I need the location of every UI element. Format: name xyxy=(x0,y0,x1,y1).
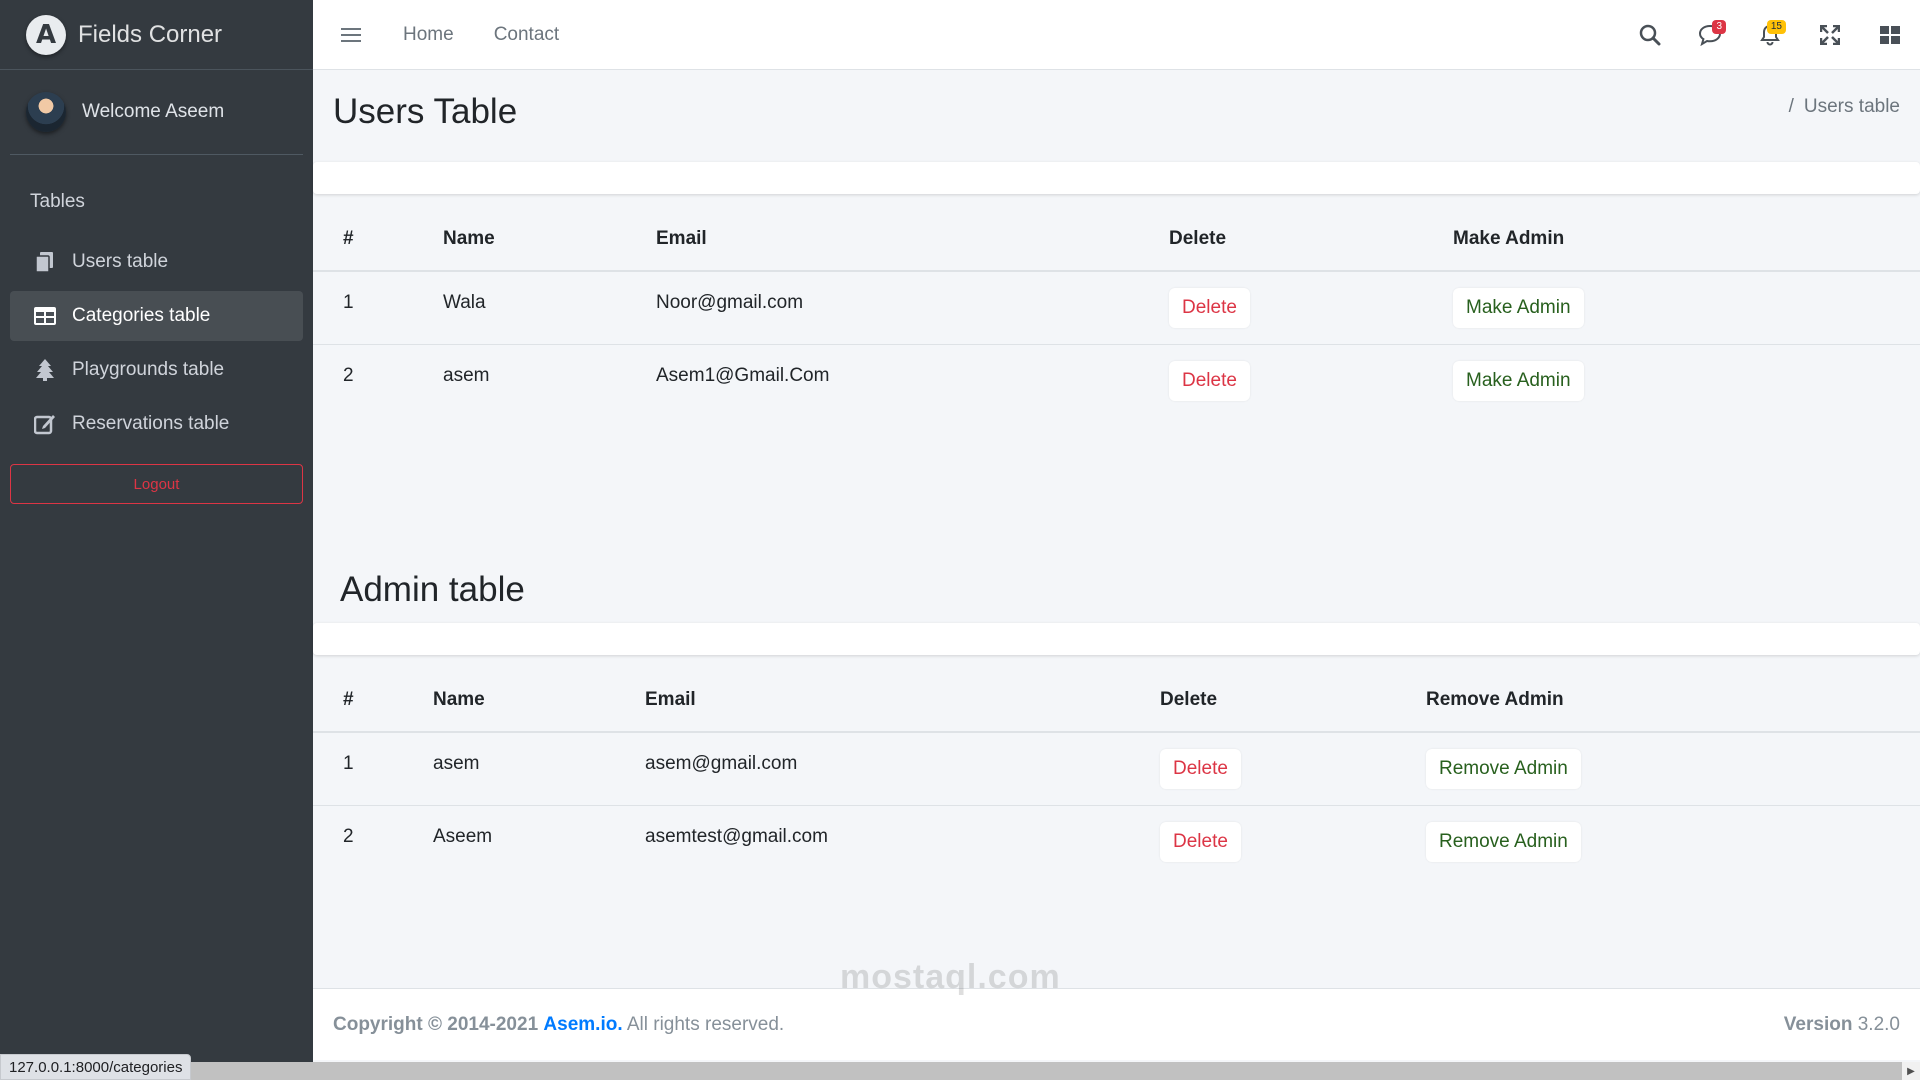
sidebar: A Fields Corner Welcome Aseem Tables Use… xyxy=(0,0,313,1080)
breadcrumb-current: Users table xyxy=(1803,96,1900,117)
col-header-email: Email xyxy=(656,198,1169,272)
footer-link[interactable]: Asem.io. xyxy=(543,1014,622,1035)
scroll-right-arrow-icon[interactable]: ▶ xyxy=(1902,1062,1920,1080)
breadcrumb: / Users table xyxy=(1789,96,1900,118)
cell-number: 1 xyxy=(313,271,443,345)
remove-admin-button[interactable]: Remove Admin xyxy=(1426,821,1581,862)
hamburger-menu-icon[interactable] xyxy=(341,24,361,46)
cell-name: Aseem xyxy=(433,825,493,847)
cell-email: asemtest@gmail.com xyxy=(645,825,828,847)
table-row: 2 asem Asem1@Gmail.Com Delete Make Admin xyxy=(313,344,1920,417)
admin-section-title: Admin table xyxy=(340,570,525,609)
sidebar-item-categories-table[interactable]: Categories table xyxy=(10,291,303,341)
delete-button[interactable]: Delete xyxy=(1169,360,1250,401)
brand-logo-icon: A xyxy=(26,14,66,55)
search-icon[interactable] xyxy=(1620,0,1680,70)
col-header-name: Name xyxy=(443,198,656,272)
sidebar-item-label: Playgrounds table xyxy=(72,359,225,380)
col-header-delete: Delete xyxy=(1169,198,1453,272)
cell-number: 1 xyxy=(313,732,433,806)
make-admin-button[interactable]: Make Admin xyxy=(1453,360,1584,401)
copyright: Copyright © 2014-2021 Asem.io. All right… xyxy=(333,1014,784,1036)
sidebar-item-playgrounds-table[interactable]: Playgrounds table xyxy=(10,345,303,395)
cell-number: 2 xyxy=(343,825,354,847)
horizontal-scrollbar[interactable] xyxy=(180,1062,1920,1080)
cell-email: Noor@gmail.com xyxy=(656,271,1169,345)
users-card-header xyxy=(313,162,1920,194)
version: Version 3.2.0 xyxy=(1784,1014,1900,1036)
breadcrumb-separator: / xyxy=(1788,96,1794,117)
admin-table: # Name Email Delete Remove Admin 1 asem … xyxy=(313,659,1920,878)
col-header-name: Name xyxy=(433,659,645,733)
notifications-bell-icon[interactable]: 15 xyxy=(1740,0,1800,70)
rights-text: All rights reserved. xyxy=(626,1013,785,1035)
nav-header-tables: Tables xyxy=(30,191,85,212)
copyright-prefix: Copyright © 2014-2021 xyxy=(333,1013,539,1035)
remove-admin-button[interactable]: Remove Admin xyxy=(1426,749,1581,789)
table-icon xyxy=(34,305,56,327)
logout-button[interactable]: Logout xyxy=(10,464,303,504)
sidebar-item-label: Reservations table xyxy=(72,413,230,434)
table-row: 1 Wala Noor@gmail.com Delete Make Admin xyxy=(313,271,1920,345)
delete-button[interactable]: Delete xyxy=(1160,749,1241,789)
col-header-remove-admin: Remove Admin xyxy=(1426,659,1920,733)
sidebar-item-reservations-table[interactable]: Reservations table xyxy=(10,399,303,449)
page-title: Users Table xyxy=(333,92,518,131)
col-header-number: # xyxy=(313,198,443,272)
cell-name: asem xyxy=(443,364,490,386)
watermark: mostaql.com xyxy=(840,958,1061,996)
sidebar-item-users-table[interactable]: Users table xyxy=(10,237,303,287)
footer: Copyright © 2014-2021 Asem.io. All right… xyxy=(313,988,1920,1060)
status-bar-url: 127.0.0.1:8000/categories xyxy=(0,1054,192,1080)
nav-link-contact[interactable]: Contact xyxy=(494,24,559,46)
cell-number: 2 xyxy=(343,364,354,386)
notifications-badge: 15 xyxy=(1766,20,1786,34)
copy-icon xyxy=(34,251,56,273)
sidebar-item-label: Categories table xyxy=(72,305,211,326)
delete-button[interactable]: Delete xyxy=(1169,288,1250,328)
brand-name: Fields Corner xyxy=(78,20,223,48)
messages-icon[interactable]: 3 xyxy=(1680,0,1740,70)
table-header-row: # Name Email Delete Make Admin xyxy=(313,198,1920,272)
make-admin-button[interactable]: Make Admin xyxy=(1453,288,1584,328)
brand-link[interactable]: A Fields Corner xyxy=(0,0,313,70)
nav-link-home[interactable]: Home xyxy=(403,24,454,46)
cell-email: Asem1@Gmail.Com xyxy=(656,364,830,386)
fullscreen-expand-icon[interactable] xyxy=(1800,0,1860,70)
users-table: # Name Email Delete Make Admin 1 Wala No… xyxy=(313,198,1920,417)
col-header-number: # xyxy=(313,659,433,733)
sidebar-item-label: Users table xyxy=(72,251,169,272)
user-welcome[interactable]: Welcome Aseem xyxy=(82,101,224,123)
cell-name: asem xyxy=(433,732,645,806)
messages-badge: 3 xyxy=(1712,20,1726,34)
table-row: 1 asem asem@gmail.com Delete Remove Admi… xyxy=(313,732,1920,806)
version-number: 3.2.0 xyxy=(1857,1013,1900,1035)
avatar[interactable] xyxy=(26,92,66,132)
edit-icon xyxy=(34,413,56,435)
col-header-make-admin: Make Admin xyxy=(1453,198,1920,272)
top-navbar: Home Contact 3 15 xyxy=(313,0,1920,70)
cell-name: Wala xyxy=(443,271,656,345)
user-panel: Welcome Aseem xyxy=(10,70,303,155)
col-header-email: Email xyxy=(645,659,1160,733)
cell-email: asem@gmail.com xyxy=(645,732,1160,806)
version-label: Version xyxy=(1783,1013,1853,1035)
col-header-delete: Delete xyxy=(1160,659,1426,733)
admin-card-header xyxy=(313,623,1920,655)
table-row: 2 Aseem asemtest@gmail.com Delete Remove… xyxy=(313,805,1920,878)
tree-icon xyxy=(34,359,56,381)
table-header-row: # Name Email Delete Remove Admin xyxy=(313,659,1920,733)
delete-button[interactable]: Delete xyxy=(1160,821,1241,862)
control-sidebar-grid-icon[interactable] xyxy=(1860,0,1920,70)
